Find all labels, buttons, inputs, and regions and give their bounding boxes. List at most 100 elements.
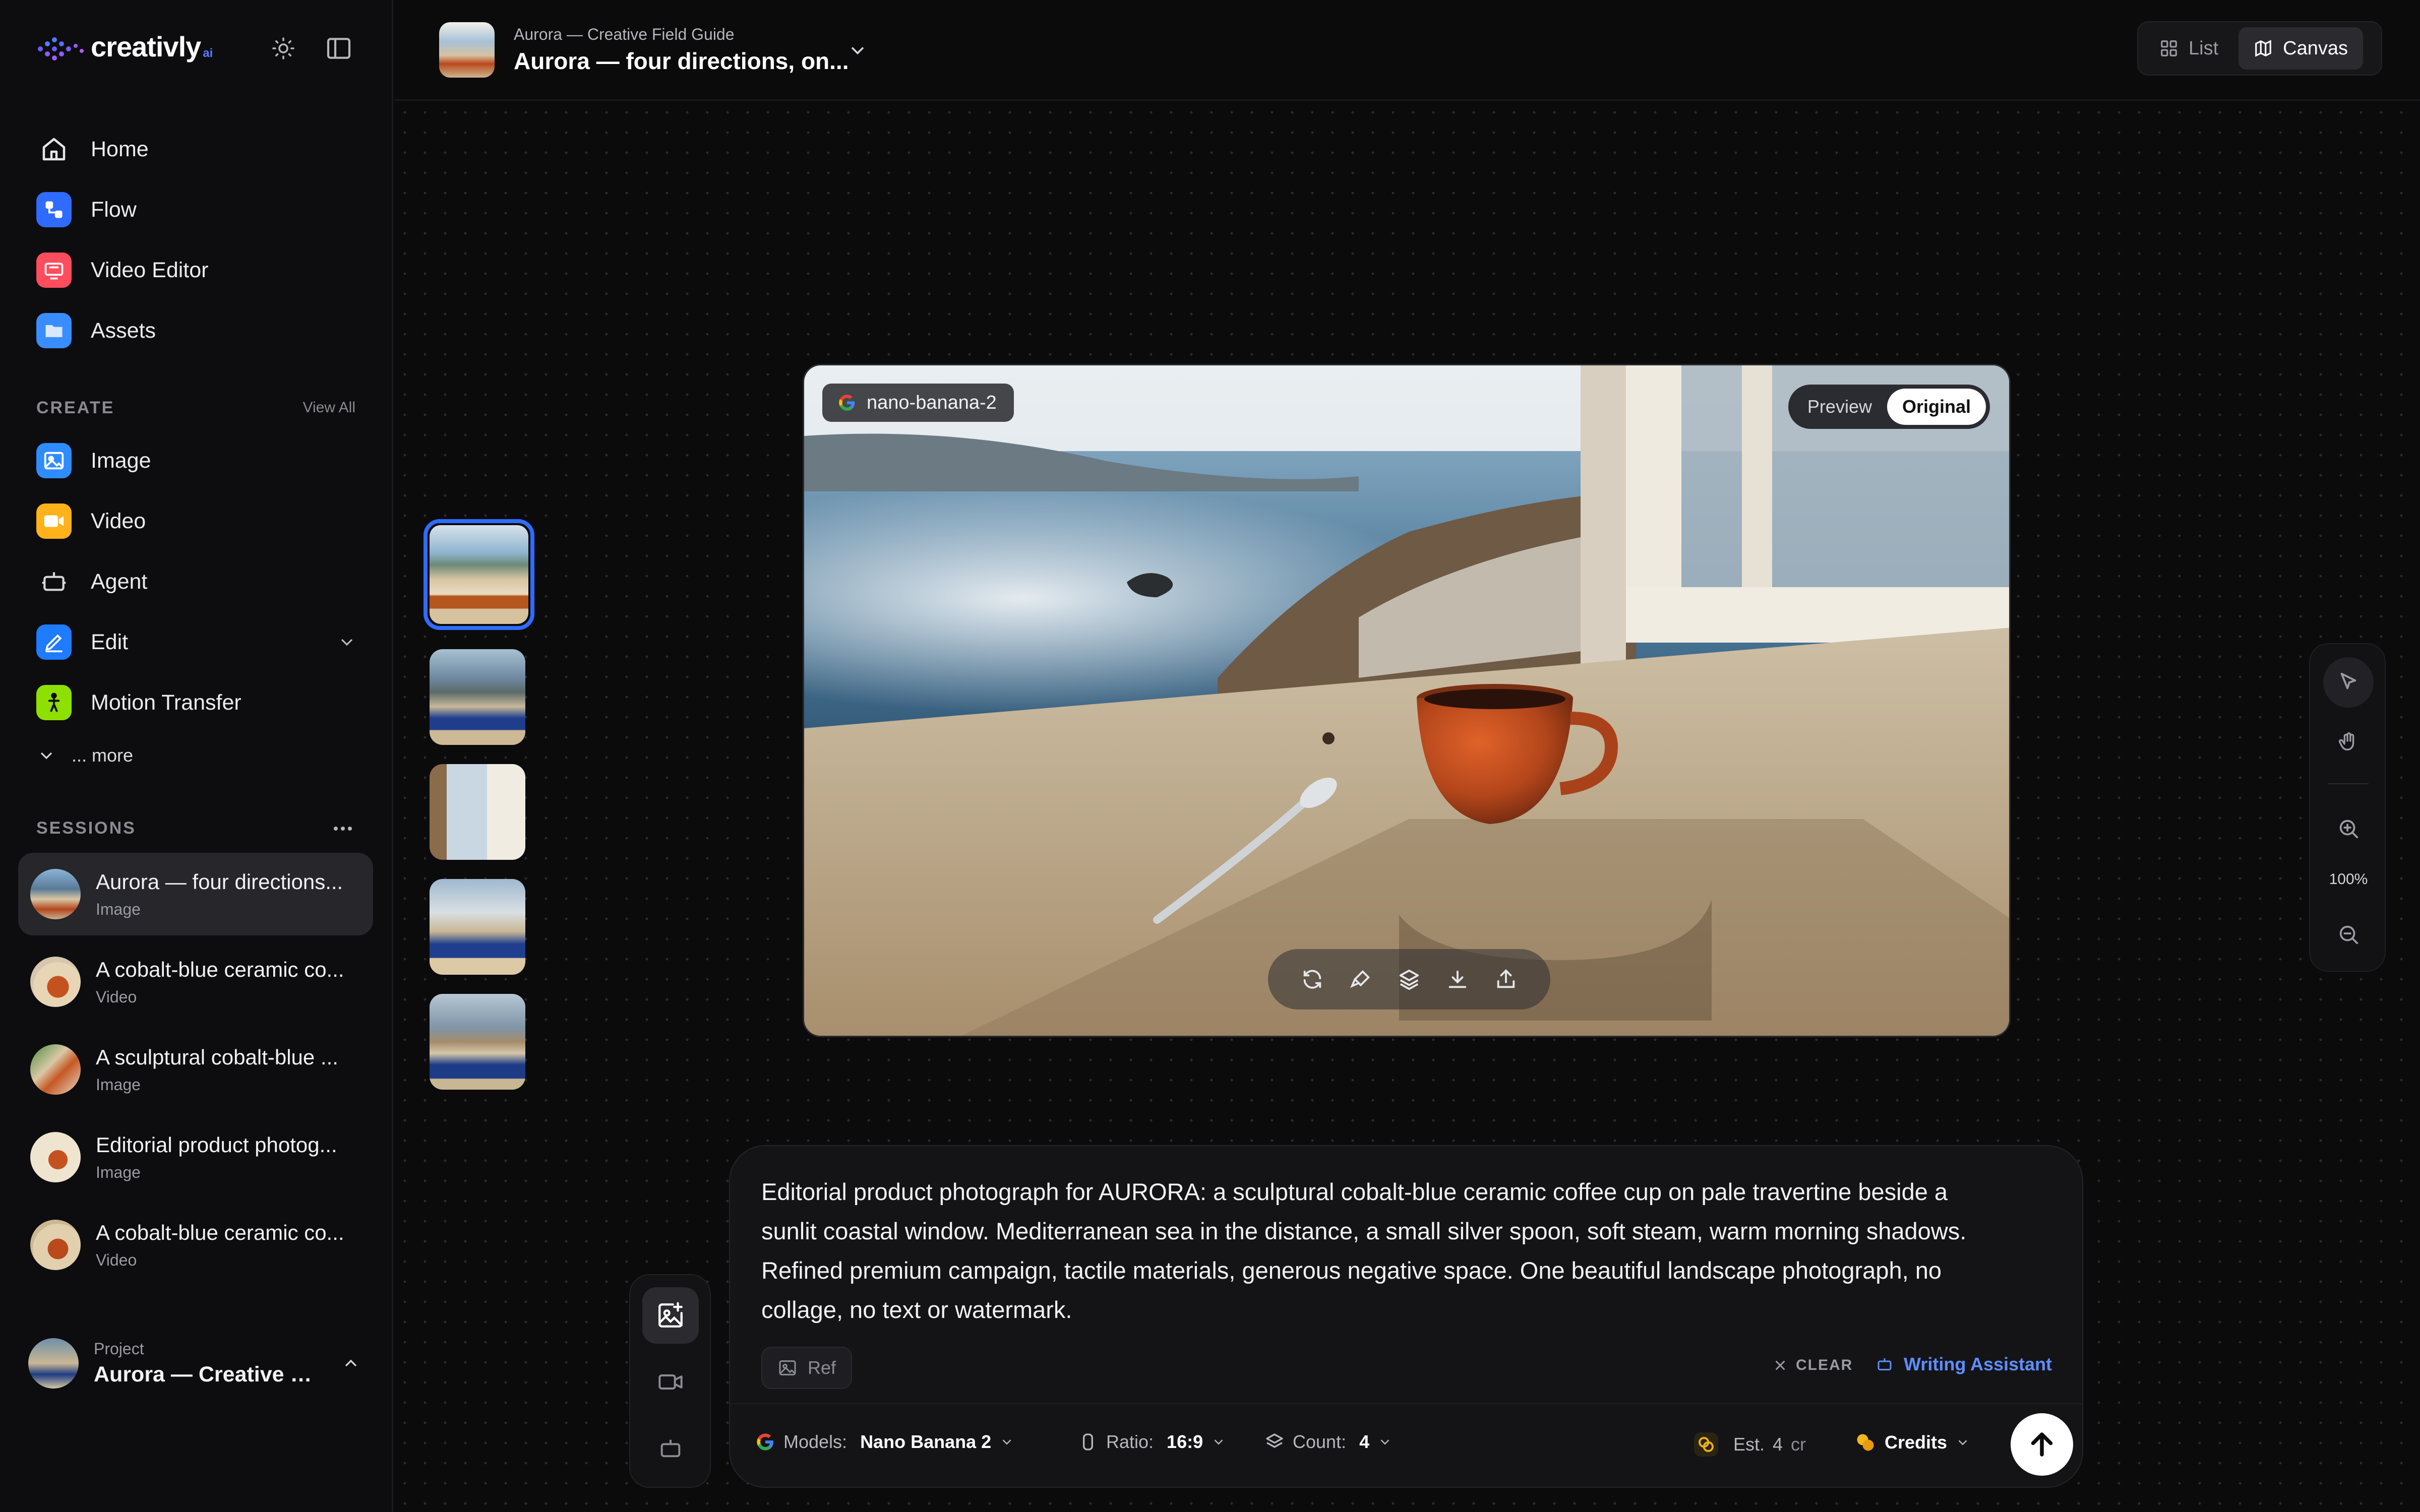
more-options-icon[interactable]	[331, 816, 355, 841]
logo[interactable]: creativly ai	[35, 30, 213, 63]
map-icon	[2255, 40, 2271, 57]
logo-mark-icon	[38, 37, 84, 60]
grid-icon	[2161, 40, 2177, 56]
session-title[interactable]: Aurora — four directions, on...	[514, 47, 849, 75]
session-thumbnail	[30, 1132, 81, 1182]
share-icon[interactable]	[1494, 968, 1518, 991]
pan-tool-button[interactable]	[2323, 717, 2374, 767]
video-camera-icon	[658, 1374, 683, 1390]
session-item[interactable]: A cobalt-blue ceramic co... Video	[18, 940, 373, 1023]
session-type: Video	[96, 987, 137, 1006]
list-view-button[interactable]: List	[2144, 27, 2233, 70]
original-button[interactable]: Original	[1887, 389, 1986, 425]
video-mode-button[interactable]	[642, 1354, 699, 1410]
flow-icon	[36, 192, 72, 227]
layers-icon[interactable]	[1398, 968, 1421, 991]
ratio-value: 16:9	[1167, 1431, 1203, 1452]
image-mode-button[interactable]	[642, 1287, 699, 1344]
variation-thumbnail[interactable]	[430, 994, 525, 1090]
chevron-down-icon	[40, 752, 52, 760]
more-toggle[interactable]: ... more	[18, 733, 375, 778]
collapse-sidebar-button[interactable]	[323, 32, 355, 65]
tools-divider	[2328, 783, 2369, 784]
nav-item-flow[interactable]: Flow	[18, 179, 375, 240]
create-item-image[interactable]: Image	[18, 430, 375, 491]
zoom-in-icon	[2339, 820, 2358, 839]
chevron-down-icon	[1214, 1439, 1223, 1445]
chevron-down-icon[interactable]	[337, 632, 357, 652]
pen-icon	[36, 624, 72, 660]
hand-icon	[2338, 732, 2354, 751]
create-item-motion-transfer[interactable]: Motion Transfer	[18, 672, 375, 733]
zoom-level: 100%	[2329, 871, 2368, 888]
nav-item-home[interactable]: Home	[18, 119, 375, 179]
view-all-link[interactable]: View All	[302, 399, 355, 416]
session-title: Aurora — four directions...	[96, 869, 343, 894]
session-item[interactable]: A cobalt-blue ceramic co... Video	[18, 1204, 373, 1286]
video-editor-icon	[36, 253, 72, 288]
count-label: Count:	[1293, 1431, 1347, 1452]
nav-item-video-editor[interactable]: Video Editor	[18, 240, 375, 300]
top-bar: Aurora — Creative Field Guide Aurora — f…	[395, 0, 2420, 101]
session-item[interactable]: Aurora — four directions... Image	[18, 853, 373, 935]
preview-button[interactable]: Preview	[1792, 389, 1887, 425]
preview-original-toggle: Preview Original	[1788, 385, 1990, 429]
select-tool-button[interactable]	[2323, 657, 2374, 708]
nav-item-assets[interactable]: Assets	[18, 300, 375, 361]
clear-button[interactable]: CLEAR	[1773, 1357, 1853, 1374]
create-item-label: Edit	[91, 629, 129, 654]
writing-assistant-button[interactable]: Writing Assistant	[1876, 1354, 2052, 1375]
zoom-in-button[interactable]	[2323, 803, 2374, 854]
more-label: ... more	[72, 745, 134, 766]
estimate-value: 4	[1773, 1434, 1783, 1455]
session-type: Image	[96, 1163, 141, 1181]
create-item-edit[interactable]: Edit	[18, 612, 375, 672]
reference-button[interactable]: Ref	[761, 1347, 853, 1389]
create-item-video[interactable]: Video	[18, 491, 375, 551]
generate-button[interactable]	[2011, 1413, 2073, 1476]
nav-item-label: Assets	[91, 318, 156, 343]
sidebar-panel-icon	[327, 38, 351, 59]
project-switcher[interactable]: Project Aurora — Creative Fi...	[28, 1331, 366, 1396]
session-thumbnail	[30, 957, 81, 1007]
credits-selector[interactable]: Credits	[1854, 1431, 1970, 1454]
estimate-unit: cr	[1791, 1434, 1806, 1455]
chevron-down-icon[interactable]	[846, 39, 869, 61]
regenerate-icon[interactable]	[1301, 968, 1324, 991]
image-icon	[36, 443, 72, 478]
session-item[interactable]: Editorial product photog... Image	[18, 1116, 373, 1199]
model-value: Nano Banana 2	[860, 1431, 992, 1452]
chevron-down-icon	[1002, 1439, 1011, 1445]
layers-icon	[1266, 1433, 1283, 1448]
canvas-tools-panel: 100%	[2309, 643, 2386, 972]
session-item[interactable]: A sculptural cobalt-blue ... Image	[18, 1028, 373, 1111]
ratio-label: Ratio:	[1106, 1431, 1154, 1452]
image-plus-icon	[658, 1302, 683, 1328]
ratio-selector[interactable]: Ratio: 16:9	[1078, 1431, 1226, 1453]
image-content	[804, 365, 2009, 1036]
variation-thumbnail-selected[interactable]	[424, 519, 534, 630]
model-selector[interactable]: Models: Nano Banana 2	[755, 1431, 1014, 1453]
zoom-out-button[interactable]	[2323, 909, 2374, 960]
count-selector[interactable]: Count: 4	[1264, 1431, 1393, 1453]
theme-toggle-button[interactable]	[267, 32, 299, 65]
sidebar: creativly ai Home Flow Video Editor Asse…	[0, 0, 393, 1512]
view-mode-toggle: List Canvas	[2137, 21, 2382, 76]
generated-image[interactable]: nano-banana-2 Preview Original	[803, 364, 2011, 1037]
brush-icon[interactable]	[1349, 968, 1372, 991]
session-title: A sculptural cobalt-blue ...	[96, 1045, 338, 1069]
variation-thumbnail[interactable]	[430, 879, 525, 975]
prompt-input[interactable]: Editorial product photograph for AURORA:…	[761, 1172, 1971, 1330]
session-thumbnail	[30, 1220, 81, 1270]
create-item-agent[interactable]: Agent	[18, 551, 375, 612]
download-icon[interactable]	[1446, 968, 1469, 991]
google-icon	[839, 395, 855, 411]
agent-mode-button[interactable]	[642, 1420, 699, 1477]
canvas-view-button[interactable]: Canvas	[2238, 27, 2363, 70]
create-item-label: Motion Transfer	[91, 690, 241, 715]
session-thumbnail	[30, 1044, 81, 1095]
chevron-up-icon	[345, 1359, 357, 1367]
arrow-up-icon	[2031, 1432, 2053, 1457]
variation-thumbnail[interactable]	[430, 764, 525, 860]
variation-thumbnail[interactable]	[430, 649, 525, 745]
